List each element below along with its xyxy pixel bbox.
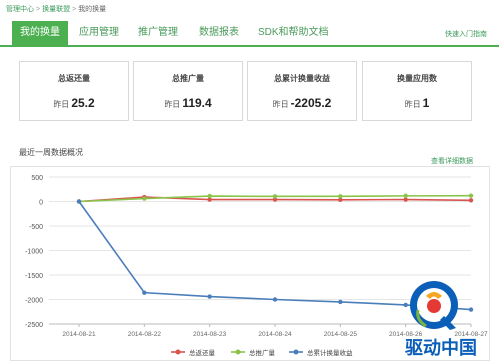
stat-card-total-promotion: 总推广量 昨日 119.4 [133,61,243,121]
breadcrumb: 管理中心 > 换量联盟 > 我的换量 [6,4,106,14]
legend-label: 总返还量 [189,348,216,357]
breadcrumb-separator: > [72,6,77,13]
stat-value: 25.2 [71,96,95,110]
tab-promotion-management[interactable]: 推广管理 [138,23,178,47]
x-tick-label: 2014-08-23 [193,331,227,338]
stat-card-cumulative-revenue: 总累计换量收益 昨日 -2205.2 [247,61,357,121]
data-point [468,198,474,203]
legend-label: 总推广量 [249,348,276,357]
stat-title: 总累计换量收益 [274,74,330,83]
y-tick-label: -2500 [25,322,43,329]
y-tick-label: -500 [29,224,43,231]
data-point [338,299,343,305]
section-title: 最近一周数据概况 [19,148,83,157]
data-point [272,297,278,302]
data-point [142,196,147,201]
breadcrumb-item-current: 我的换量 [78,6,107,13]
tab-app-management[interactable]: 应用管理 [79,23,119,47]
legend-marker [175,349,181,355]
y-tick-label: -2000 [25,298,43,305]
x-tick-label: 2014-08-22 [128,331,162,338]
data-point [468,307,474,312]
stat-value: -2205.2 [290,96,332,110]
y-tick-label: 500 [31,175,43,182]
stat-prefix: 昨日 [404,100,421,109]
quick-start-link[interactable]: 快速入门指南 [445,29,487,39]
data-point [403,193,408,199]
stat-prefix: 昨日 [164,100,181,109]
stat-title: 换量应用数 [397,74,437,83]
legend-marker [235,349,241,355]
breadcrumb-item-admin[interactable]: 管理中心 [6,6,34,13]
stat-prefix: 昨日 [53,100,70,109]
stat-card-app-count: 换量应用数 昨日 1 [362,61,472,121]
breadcrumb-item-exchange-alliance[interactable]: 换量联盟 [42,6,70,13]
tab-data-reports[interactable]: 数据报表 [199,23,239,47]
data-point [272,194,278,199]
legend-label: 总累计换量收益 [307,348,353,357]
stat-value: 119.4 [182,96,212,110]
stat-card-total-return: 总返还量 昨日 25.2 [19,61,129,121]
data-point [338,194,343,199]
y-tick-label: 0 [39,200,43,207]
y-tick-label: -1500 [25,273,43,280]
data-point [142,290,147,295]
tab-my-exchange[interactable]: 我的换量 [12,21,68,47]
breadcrumb-separator: > [36,6,41,13]
stat-title: 总推广量 [172,74,204,83]
stat-prefix: 昨日 [272,100,289,109]
stat-title: 总返还量 [58,74,90,83]
x-tick-label: 2014-08-24 [258,331,292,338]
tab-bar: 我的换量 应用管理 推广管理 数据报表 SDK和帮助文档 快速入门指南 [0,17,499,47]
data-point [207,294,212,299]
tab-sdk-help-docs[interactable]: SDK和帮助文档 [258,23,329,47]
data-point [76,199,82,204]
stat-value: 1 [422,96,430,110]
x-tick-label: 2014-08-21 [62,331,96,338]
y-tick-label: -1000 [25,249,43,256]
qudong-logo-icon [410,281,458,330]
x-tick-label: 2014-08-25 [324,331,358,338]
legend-marker [293,349,299,355]
view-details-link[interactable]: 查看详细数据 [431,156,473,166]
data-point [468,193,474,198]
brand-text: 驱动中国 [405,338,477,359]
data-point [207,193,212,199]
